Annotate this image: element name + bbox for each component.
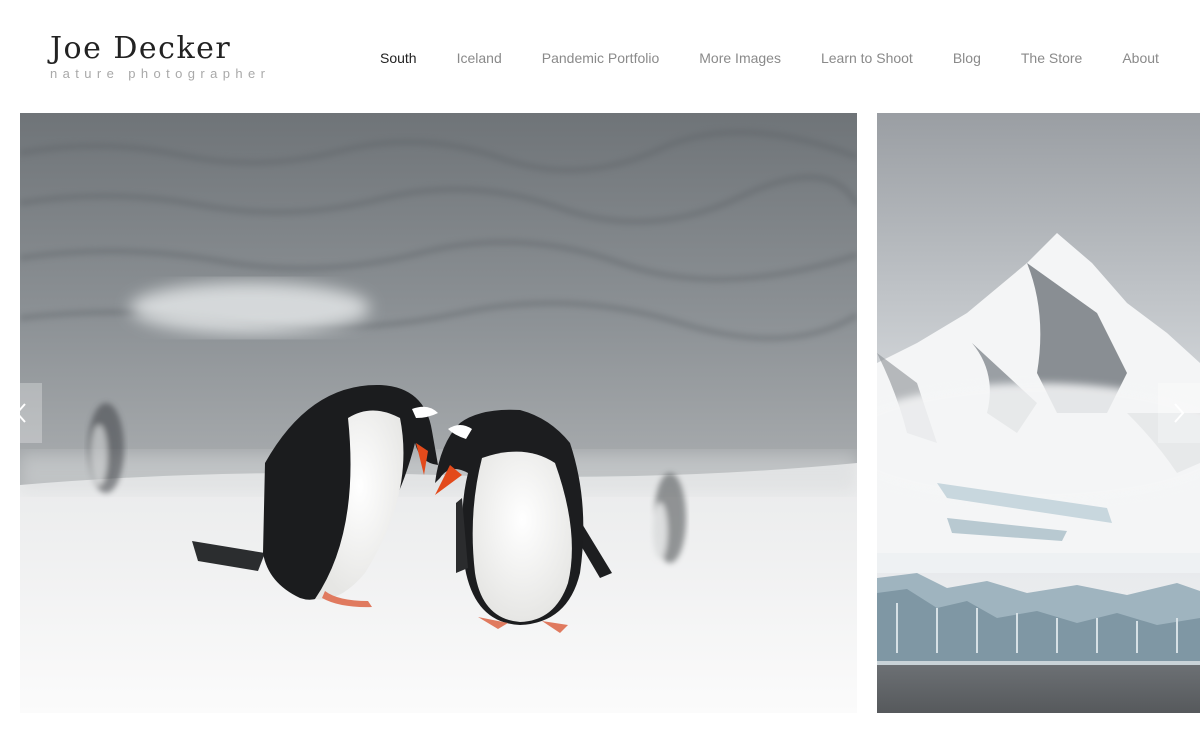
site-logo[interactable]: Joe Decker nature photographer bbox=[50, 30, 270, 80]
nav-item-iceland[interactable]: Iceland bbox=[457, 49, 502, 67]
chevron-right-icon bbox=[1174, 403, 1185, 423]
prev-slide-button[interactable] bbox=[0, 383, 42, 443]
penguin-photo bbox=[20, 113, 857, 713]
mountain-photo bbox=[877, 113, 1200, 713]
nav-item-learn-to-shoot[interactable]: Learn to Shoot bbox=[821, 49, 913, 67]
slide-mountains[interactable] bbox=[877, 113, 1200, 713]
nav-item-more-images[interactable]: More Images bbox=[699, 49, 781, 67]
main-nav: South Iceland Pandemic Portfolio More Im… bbox=[380, 49, 1159, 67]
site-header: Joe Decker nature photographer South Ice… bbox=[0, 0, 1200, 113]
next-slide-button[interactable] bbox=[1158, 383, 1200, 443]
nav-item-about[interactable]: About bbox=[1122, 49, 1159, 67]
slide-penguins[interactable] bbox=[20, 113, 857, 713]
nav-item-blog[interactable]: Blog bbox=[953, 49, 981, 67]
nav-item-south[interactable]: South bbox=[380, 49, 417, 67]
chevron-left-icon bbox=[15, 403, 26, 423]
nav-item-the-store[interactable]: The Store bbox=[1021, 49, 1082, 67]
site-title[interactable]: Joe Decker bbox=[50, 30, 270, 68]
site-tagline: nature photographer bbox=[50, 66, 271, 81]
nav-item-pandemic-portfolio[interactable]: Pandemic Portfolio bbox=[542, 49, 660, 67]
